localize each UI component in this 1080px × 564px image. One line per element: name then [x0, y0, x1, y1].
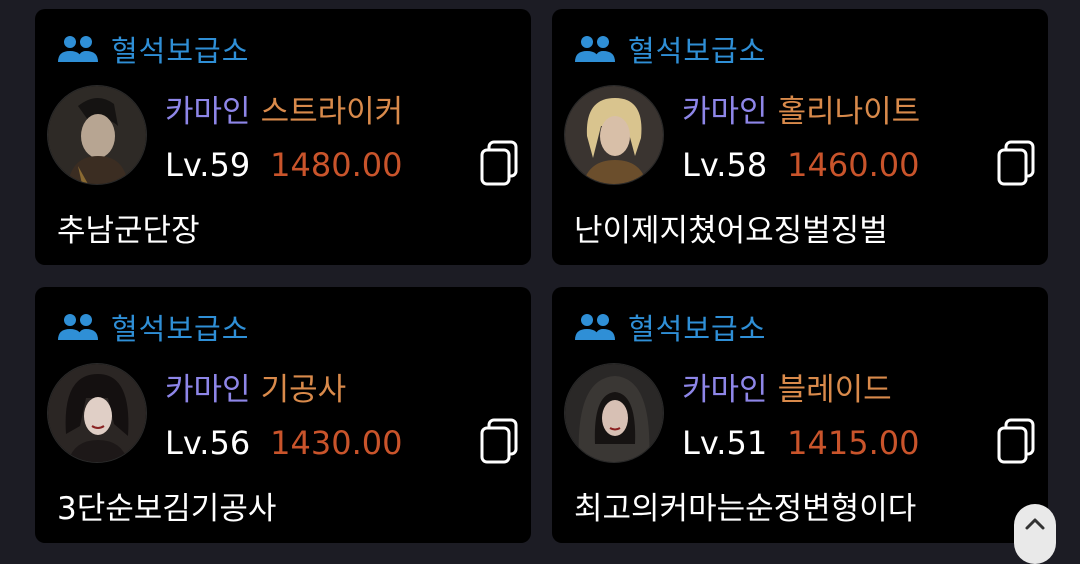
- stats-line: Lv.58 1460.00: [682, 146, 920, 184]
- nickname: 최고의커마는순정변형이다: [574, 491, 917, 527]
- server-name: 카마인: [165, 94, 251, 130]
- level: Lv.56: [165, 424, 251, 462]
- avatar: [565, 86, 663, 184]
- class-line: 카마인 기공사: [165, 364, 346, 409]
- guild-name: 혈석보급소: [628, 34, 767, 68]
- avatar: [48, 364, 146, 462]
- item-level: 1415.00: [787, 424, 920, 462]
- copy-button[interactable]: [996, 139, 1036, 187]
- character-card[interactable]: 혈석보급소 카마인 스트라이커 Lv.59 1480.00 추남군단장: [35, 9, 531, 265]
- chevron-up-icon: [1025, 518, 1045, 530]
- character-grid: 혈석보급소 카마인 스트라이커 Lv.59 1480.00 추남군단장 혈석보급…: [0, 0, 1080, 543]
- users-icon: [58, 314, 98, 340]
- class-line: 카마인 홀리나이트: [682, 86, 920, 131]
- guild-name: 혈석보급소: [111, 312, 250, 346]
- guild-row: 혈석보급소: [574, 29, 766, 69]
- class-line: 카마인 스트라이커: [165, 86, 403, 131]
- copy-button[interactable]: [479, 139, 519, 187]
- nickname: 3단순보김기공사: [57, 491, 277, 527]
- nickname: 난이제지쳤어요징벌징벌: [574, 213, 888, 249]
- server-name: 카마인: [682, 372, 768, 408]
- item-level: 1460.00: [787, 146, 920, 184]
- users-icon: [575, 314, 615, 340]
- level: Lv.58: [682, 146, 768, 184]
- copy-icon: [997, 140, 1035, 186]
- avatar: [48, 86, 146, 184]
- copy-icon: [480, 140, 518, 186]
- class-line: 카마인 블레이드: [682, 364, 892, 409]
- stats-line: Lv.51 1415.00: [682, 424, 920, 462]
- server-name: 카마인: [165, 372, 251, 408]
- server-name: 카마인: [682, 94, 768, 130]
- copy-button[interactable]: [479, 417, 519, 465]
- level: Lv.59: [165, 146, 251, 184]
- item-level: 1430.00: [270, 424, 403, 462]
- class-name: 스트라이커: [260, 94, 404, 130]
- nickname: 추남군단장: [57, 213, 200, 249]
- guild-row: 혈석보급소: [574, 307, 766, 347]
- item-level: 1480.00: [270, 146, 403, 184]
- scroll-top-button[interactable]: [1014, 504, 1056, 564]
- character-card[interactable]: 혈석보급소 카마인 기공사 Lv.56 1430.00 3단순보김기공사: [35, 287, 531, 543]
- stats-line: Lv.59 1480.00: [165, 146, 403, 184]
- copy-icon: [997, 418, 1035, 464]
- guild-name: 혈석보급소: [628, 312, 767, 346]
- class-name: 홀리나이트: [777, 94, 921, 130]
- stats-line: Lv.56 1430.00: [165, 424, 403, 462]
- guild-row: 혈석보급소: [57, 307, 249, 347]
- character-card[interactable]: 혈석보급소 카마인 홀리나이트 Lv.58 1460.00 난이제지쳤어요징벌징벌: [552, 9, 1048, 265]
- class-name: 기공사: [260, 372, 347, 408]
- level: Lv.51: [682, 424, 768, 462]
- avatar: [565, 364, 663, 462]
- copy-icon: [480, 418, 518, 464]
- copy-button[interactable]: [996, 417, 1036, 465]
- users-icon: [58, 36, 98, 62]
- guild-row: 혈석보급소: [57, 29, 249, 69]
- users-icon: [575, 36, 615, 62]
- character-card[interactable]: 혈석보급소 카마인 블레이드 Lv.51 1415.00 최고의커마는순정변형이다: [552, 287, 1048, 543]
- guild-name: 혈석보급소: [111, 34, 250, 68]
- class-name: 블레이드: [777, 372, 892, 408]
